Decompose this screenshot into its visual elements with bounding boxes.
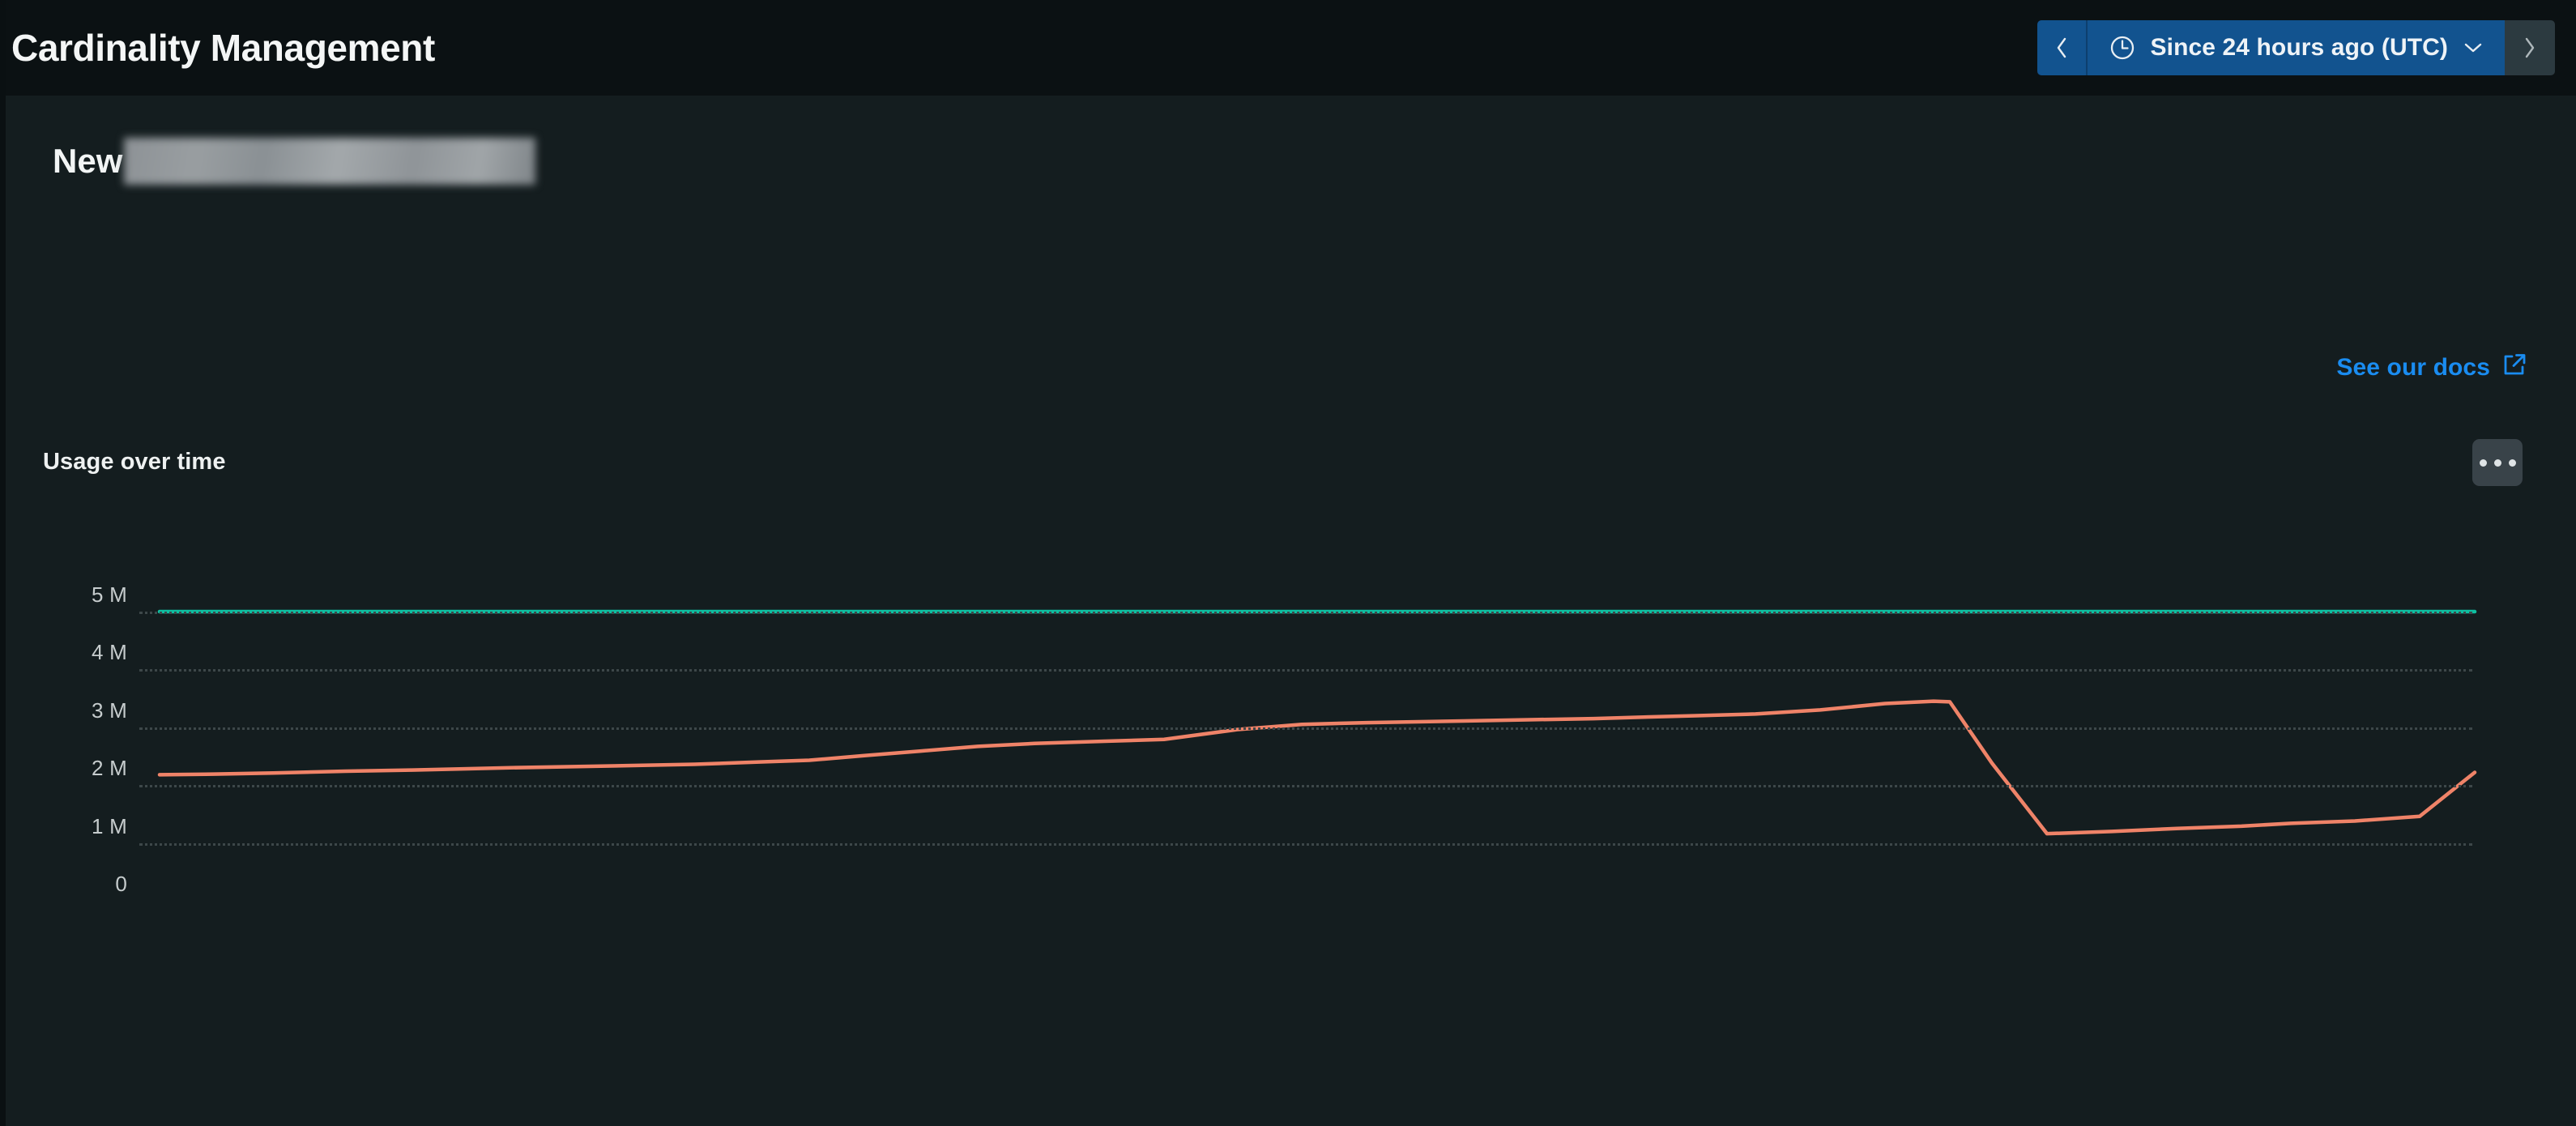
chevron-right-icon — [2522, 35, 2538, 61]
see-our-docs-link[interactable]: See our docs — [2336, 352, 2527, 384]
account-name-prefix: New — [53, 144, 122, 178]
time-range-picker[interactable]: Since 24 hours ago (UTC) — [2037, 20, 2555, 75]
chart-series-layer — [6, 420, 2576, 1092]
see-our-docs-label: See our docs — [2336, 354, 2490, 382]
usage-over-time-card: Usage over time 01 M2 M3 M4 M5 MSep 02,6… — [6, 420, 2576, 1092]
main-content: New See our docs Usage over time 01 M2 M… — [6, 96, 2576, 1126]
y-axis-tick-label: 0 — [30, 873, 127, 894]
page-title: Cardinality Management — [11, 29, 435, 66]
time-range-next-button[interactable] — [2505, 20, 2555, 75]
gridline — [139, 612, 2472, 614]
time-range-label: Since 24 hours ago (UTC) — [2151, 34, 2448, 62]
time-range-previous-button[interactable] — [2037, 20, 2088, 75]
usage-chart-plot[interactable]: 01 M2 M3 M4 M5 MSep 02,6:00amSep 02,9:00… — [6, 420, 2576, 1092]
chevron-left-icon — [2054, 35, 2070, 61]
top-header-bar: Cardinality Management Since 24 hours ag… — [0, 0, 2576, 96]
gridline — [139, 843, 2472, 846]
external-link-icon — [2501, 352, 2527, 384]
left-edge-rail — [0, 0, 6, 1126]
y-axis-tick-label: 3 M — [30, 700, 127, 721]
account-name-row: New — [53, 138, 535, 185]
y-axis-tick-label: 5 M — [30, 584, 127, 605]
account-name-redacted — [124, 138, 535, 185]
y-axis-tick-label: 2 M — [30, 757, 127, 778]
y-axis-tick-label: 4 M — [30, 642, 127, 663]
chevron-down-icon[interactable] — [2463, 41, 2484, 55]
series-line-usage — [160, 702, 2475, 834]
clock-icon — [2109, 34, 2136, 62]
time-range-selector[interactable]: Since 24 hours ago (UTC) — [2088, 20, 2505, 75]
gridline — [139, 785, 2472, 787]
y-axis-tick-label: 1 M — [30, 816, 127, 837]
gridline — [139, 669, 2472, 672]
gridline — [139, 727, 2472, 730]
